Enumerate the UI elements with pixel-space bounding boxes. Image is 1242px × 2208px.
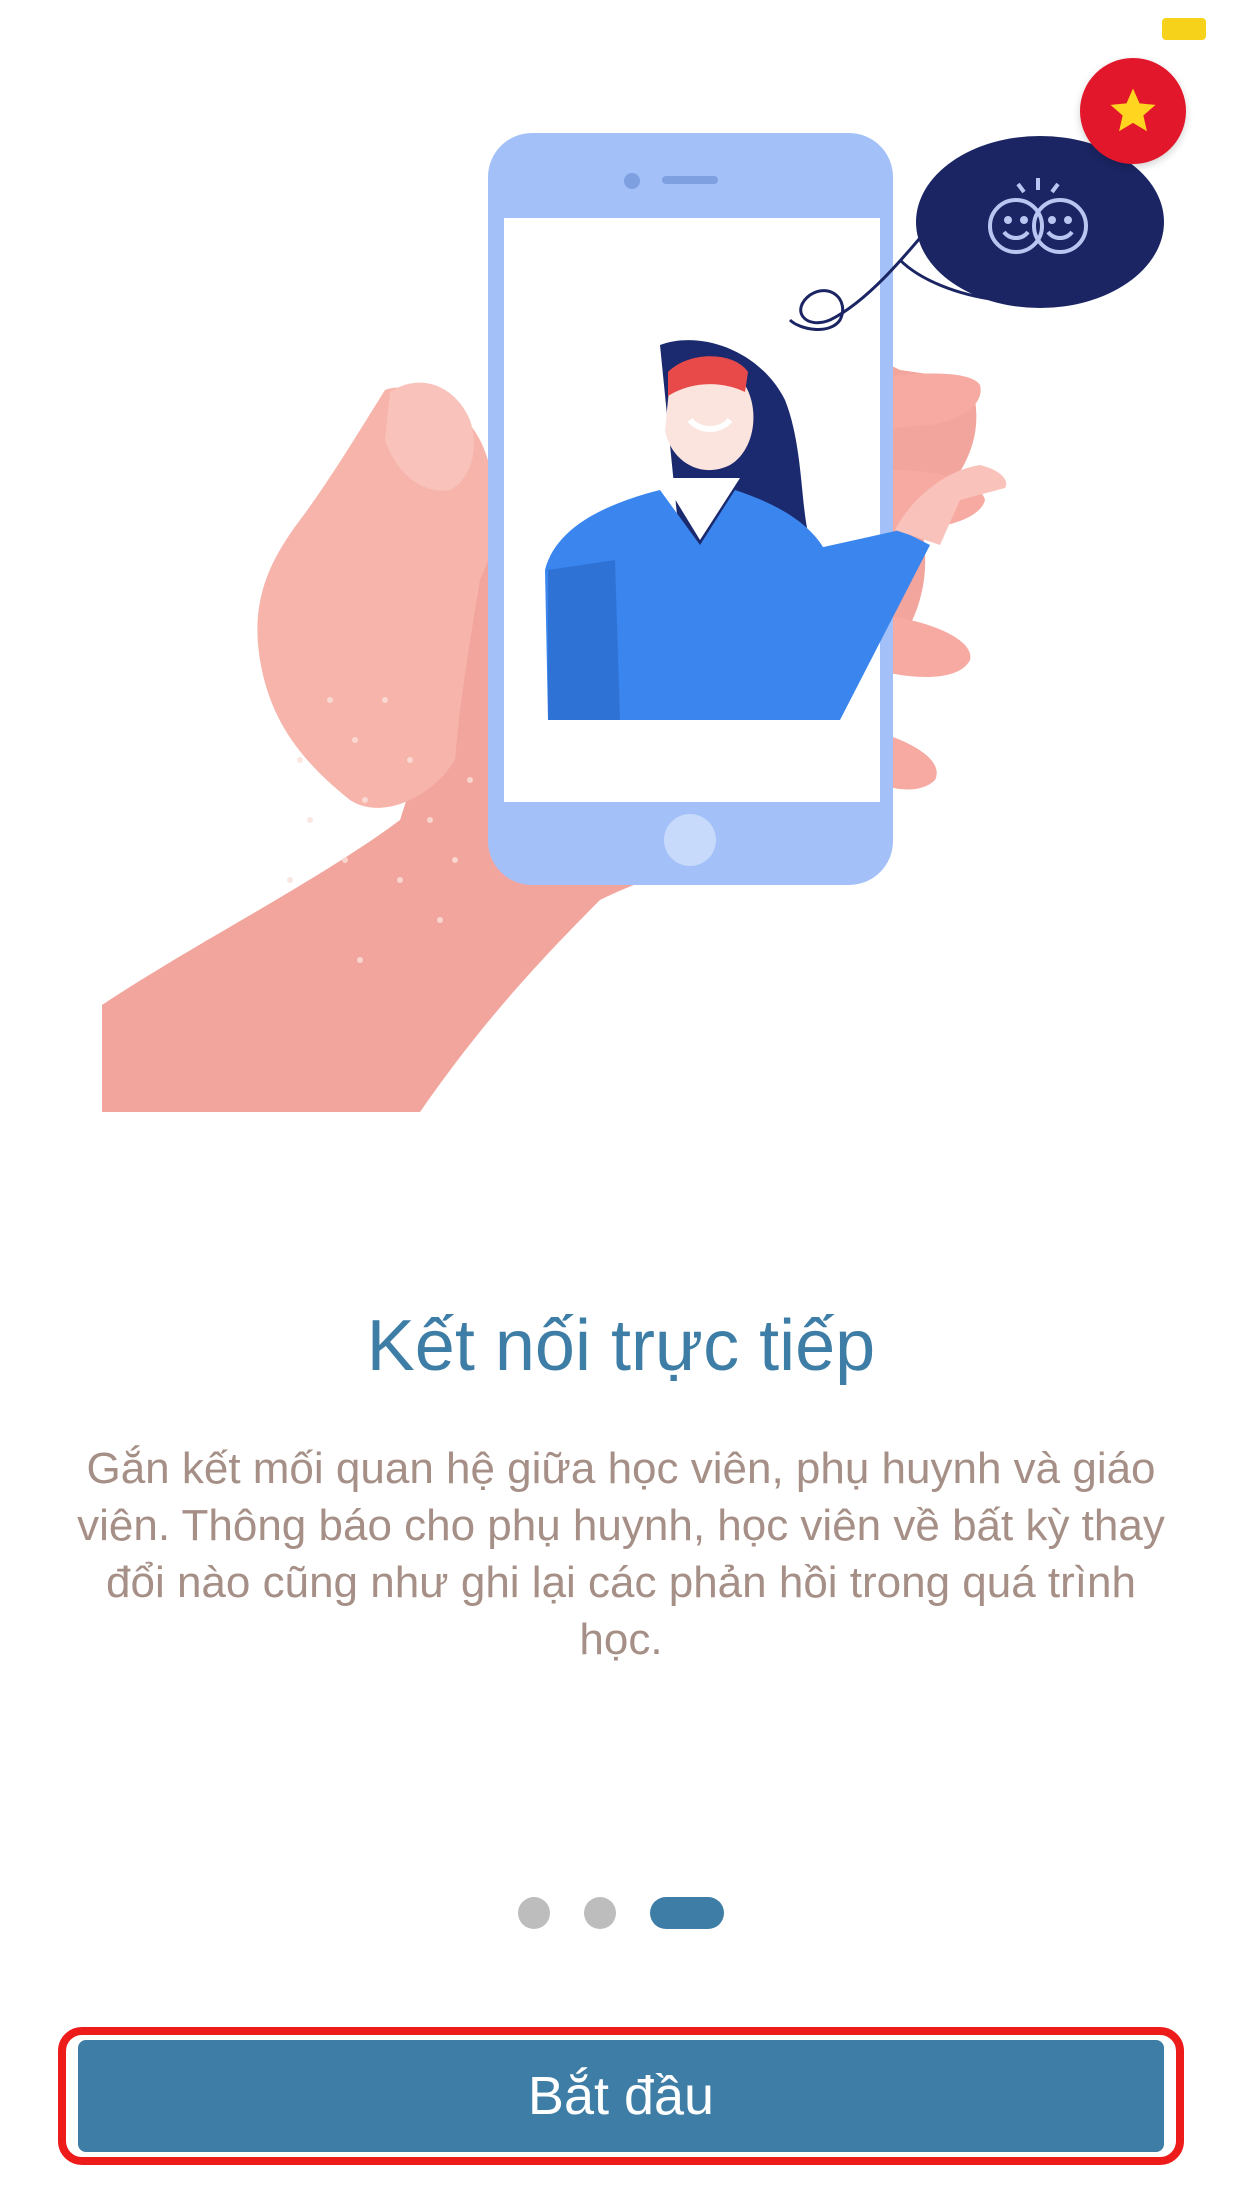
onboarding-description: Gắn kết mối quan hệ giữa học viên, phụ h… [77, 1444, 1165, 1664]
battery-indicator [1162, 18, 1206, 40]
star-icon [1110, 88, 1156, 132]
page-dot-3-active[interactable] [650, 1897, 724, 1929]
vietnam-flag-icon[interactable] [1080, 58, 1186, 164]
page-indicator [0, 1896, 1242, 1930]
onboarding-illustration [102, 133, 1164, 1112]
onboarding-title: Kết nối trực tiếp [366, 1306, 876, 1386]
page-dot-1[interactable] [518, 1897, 550, 1929]
finger-3 [880, 615, 971, 677]
page-dot-2[interactable] [584, 1897, 616, 1929]
phone-home-button [664, 814, 716, 866]
start-button[interactable]: Bắt đầu [78, 2040, 1164, 2152]
